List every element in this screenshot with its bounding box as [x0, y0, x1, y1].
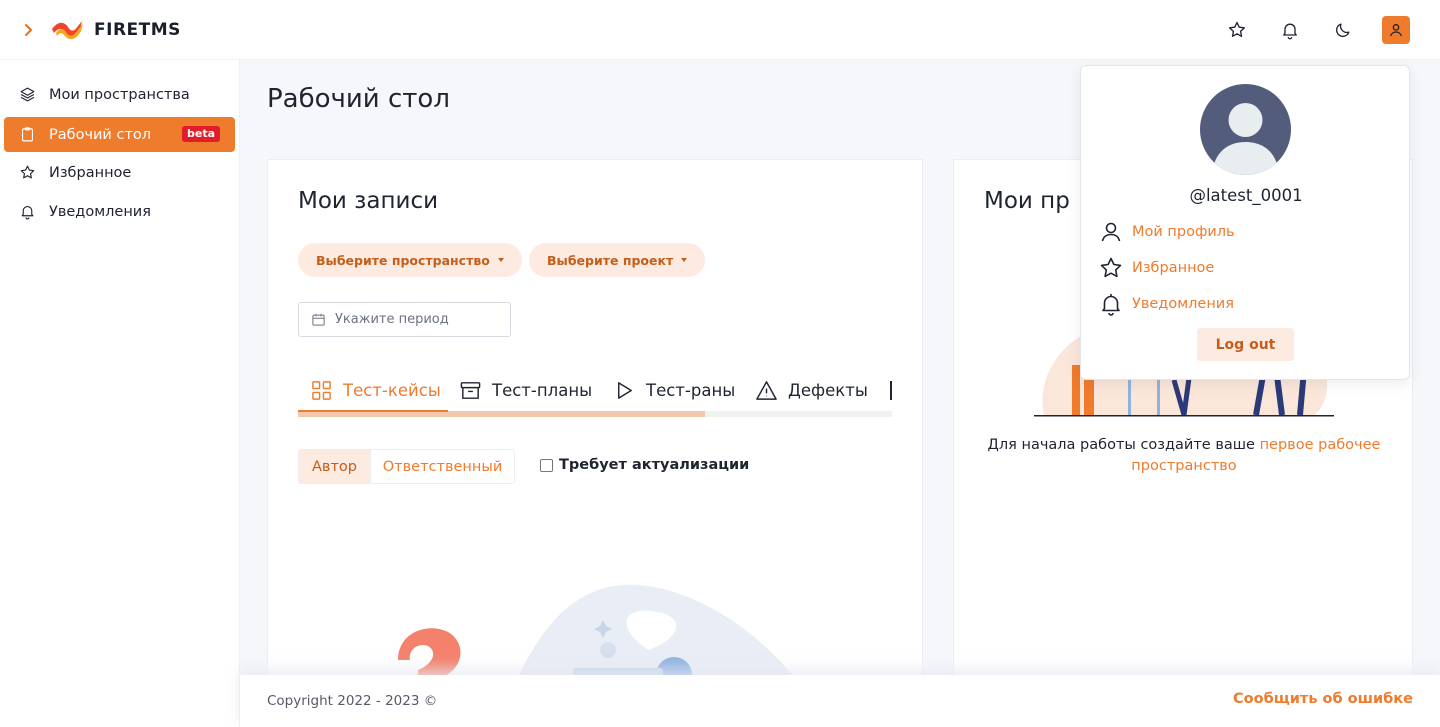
- user-icon: [1390, 24, 1402, 37]
- layers-icon: [20, 87, 35, 102]
- user-menu-button[interactable]: [1382, 16, 1410, 44]
- warning-icon: [756, 380, 777, 400]
- star-icon[interactable]: [1225, 18, 1249, 42]
- copyright-text: Copyright 2022 - 2023 ©: [267, 693, 438, 709]
- tab-label: Тест-раны: [646, 380, 736, 400]
- filter-responsible-button[interactable]: Ответственный: [370, 449, 515, 484]
- username: @latest_0001: [1189, 186, 1303, 205]
- active-tab-underline: [298, 410, 448, 412]
- clipboard-icon: [21, 127, 34, 142]
- card-title: Мои записи: [298, 188, 439, 214]
- project-select[interactable]: Выберите проект: [529, 243, 706, 277]
- user-avatar-icon: [1212, 103, 1279, 175]
- menu-item-label: Уведомления: [1132, 296, 1234, 312]
- avatar: [1200, 84, 1291, 175]
- menu-item-notifications[interactable]: Уведомления: [1099, 291, 1234, 317]
- logo-text: FIRETMS: [94, 20, 181, 40]
- tab-test-cases[interactable]: Тест-кейсы: [310, 375, 441, 405]
- space-select[interactable]: Выберите пространство: [298, 243, 522, 277]
- logout-button[interactable]: Log out: [1197, 328, 1294, 361]
- report-bug-link[interactable]: Сообщить об ошибке: [1233, 691, 1413, 707]
- tab-label: Тест-кейсы: [343, 380, 441, 400]
- sidebar-item-dashboard[interactable]: Рабочий стол beta: [4, 117, 235, 152]
- tab-test-plans[interactable]: Тест-планы: [459, 375, 592, 405]
- tab-test-runs[interactable]: Тест-раны: [613, 375, 735, 405]
- grid-icon: [312, 380, 331, 400]
- sidebar-item-favorites[interactable]: Избранное: [4, 155, 235, 190]
- card-title: Мои пр: [984, 188, 1070, 214]
- space-select-label: Выберите пространство: [316, 252, 490, 268]
- records-tabs: Тест-кейсы Тест-планы Тест-раны Дефекты: [298, 365, 892, 420]
- calendar-icon: [312, 313, 325, 326]
- menu-item-profile[interactable]: Мой профиль: [1099, 219, 1235, 245]
- caret-down-icon: [681, 258, 688, 262]
- sidebar-item-notifications[interactable]: Уведомления: [4, 194, 235, 229]
- user-menu-dropdown: @latest_0001 Мой профиль Избранное Уведо…: [1080, 65, 1410, 380]
- star-icon: [1100, 257, 1122, 278]
- page-title: Рабочий стол: [267, 84, 450, 114]
- project-select-label: Выберите проект: [547, 252, 674, 268]
- tab-label: Тест-планы: [492, 380, 593, 400]
- top-header: FIRETMS: [0, 0, 1440, 60]
- beta-badge: beta: [181, 126, 220, 142]
- bell-icon: [1102, 294, 1120, 316]
- chevron-right-icon[interactable]: [20, 22, 36, 38]
- archive-icon: [460, 381, 481, 399]
- flame-logo-icon: [52, 21, 83, 40]
- period-input[interactable]: Укажите период: [298, 302, 511, 337]
- empty-projects-text: Для начала работы создайте ваше первое р…: [974, 435, 1394, 477]
- menu-item-label: Мой профиль: [1132, 224, 1235, 240]
- my-records-card: Мои записи Выберите пространство Выберит…: [267, 159, 923, 727]
- menu-item-label: Избранное: [1132, 260, 1215, 276]
- sidebar: Мои пространства Рабочий стол beta Избра…: [0, 60, 240, 727]
- tab-defects[interactable]: Дефекты: [755, 375, 868, 405]
- star-icon: [20, 165, 35, 179]
- menu-item-favorites[interactable]: Избранное: [1099, 255, 1214, 281]
- needs-update-checkbox[interactable]: Требует актуализации: [540, 457, 749, 473]
- user-icon: [1101, 222, 1121, 242]
- caret-down-icon: [497, 258, 504, 262]
- sidebar-item-label: Рабочий стол: [49, 126, 152, 143]
- play-icon: [618, 381, 632, 399]
- empty-projects-message: Для начала работы создайте ваше: [987, 437, 1260, 453]
- needs-update-label: Требует актуализации: [559, 457, 750, 473]
- footer: Copyright 2022 - 2023 © Сообщить об ошиб…: [240, 675, 1440, 727]
- logo[interactable]: FIRETMS: [50, 15, 181, 45]
- bell-icon: [21, 205, 34, 220]
- sidebar-item-label: Избранное: [49, 164, 132, 181]
- checkbox-box[interactable]: [540, 458, 553, 472]
- tab-divider: [890, 381, 892, 400]
- filter-author-button[interactable]: Автор: [298, 449, 371, 484]
- sidebar-item-label: Мои пространства: [49, 86, 190, 103]
- moon-icon[interactable]: [1331, 18, 1355, 42]
- sidebar-item-spaces[interactable]: Мои пространства: [4, 77, 235, 112]
- tab-label: Дефекты: [788, 380, 868, 400]
- period-placeholder: Укажите период: [335, 312, 449, 327]
- bell-icon[interactable]: [1278, 18, 1302, 42]
- sidebar-item-label: Уведомления: [49, 203, 151, 220]
